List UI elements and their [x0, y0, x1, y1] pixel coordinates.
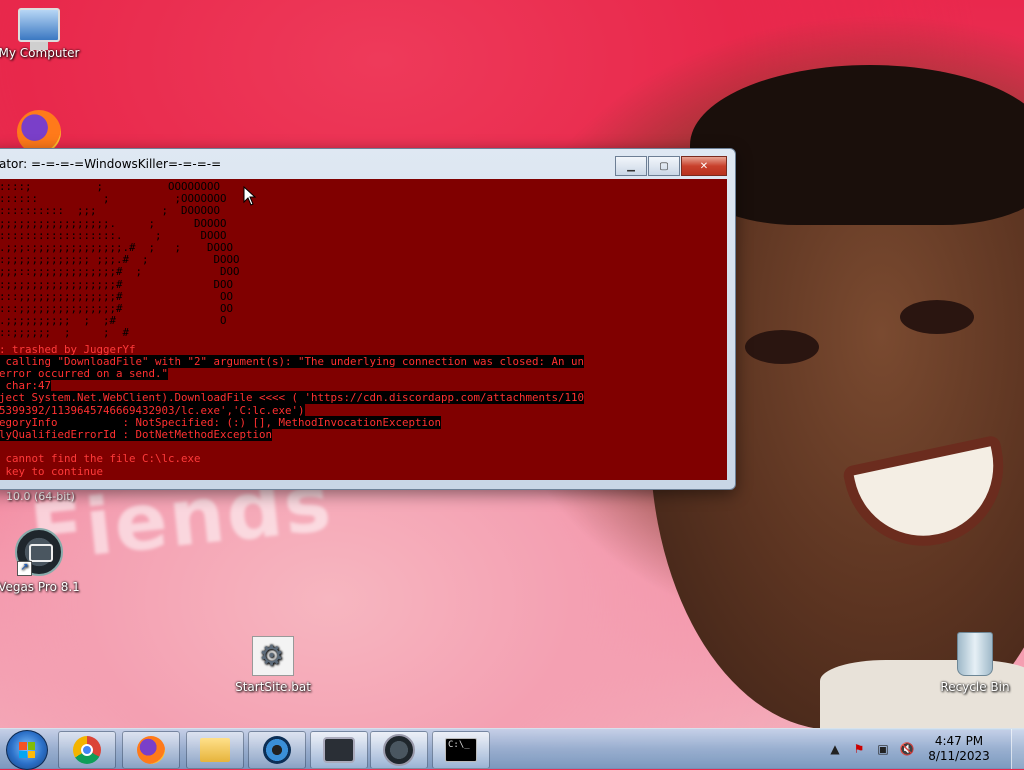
recycle-bin-icon [957, 632, 993, 676]
console-line: error occurred on a send." [0, 367, 169, 381]
ascii-art: ::::; ; OOOOOOOO :::::: ; ;OOOOOOO :::::… [0, 180, 240, 340]
show-hidden-icons-icon[interactable]: ▲ [827, 741, 843, 757]
volume-muted-icon[interactable]: 🔇 [899, 741, 915, 757]
console-line: lyQualifiedErrorId : DotNetMethodExcepti… [0, 428, 273, 442]
console-line: calling "DownloadFile" with "2" argument… [0, 354, 585, 368]
taskbar-explorer[interactable] [186, 731, 244, 769]
desktop-icon-startsite-bat[interactable]: StartSite.bat [228, 636, 318, 694]
console-line: : trashed by JuggerYf [0, 342, 136, 356]
window-controls: ▁ ▢ ✕ [615, 156, 727, 176]
firefox-icon [137, 736, 165, 764]
desktop-icon-label: Recycle Bin [940, 680, 1010, 694]
desktop-icon-my-computer[interactable]: My Computer [0, 8, 84, 60]
clock-time: 4:47 PM [934, 734, 984, 748]
console-line: key to continue [0, 464, 104, 478]
network-icon[interactable]: ▣ [875, 741, 891, 757]
batch-file-icon [252, 636, 294, 676]
desktop-icon-label: Vegas Pro 8.1 [0, 580, 80, 594]
action-center-icon[interactable]: ⚑ [851, 741, 867, 757]
shortcut-arrow-icon: ↗ [17, 561, 32, 576]
desktop-icon-recycle-bin[interactable]: Recycle Bin [930, 632, 1020, 694]
folder-icon [200, 738, 230, 762]
clock-date: 8/11/2023 [928, 749, 990, 763]
show-desktop-button[interactable] [1011, 729, 1024, 769]
taskbar-media[interactable] [248, 731, 306, 769]
console-line: char:47 [0, 379, 52, 393]
taskbar-chrome[interactable] [58, 731, 116, 769]
media-player-icon [263, 736, 291, 764]
vegas-icon [323, 737, 355, 763]
console-output[interactable]: ::::; ; OOOOOOOO :::::: ; ;OOOOOOO :::::… [0, 179, 727, 480]
console-line: 5399392/1139645746669432903/lc.exe','C:l… [0, 403, 305, 417]
taskbar: C:\_ ▲ ⚑ ▣ 🔇 4:47 PM 8/11/2023 [0, 728, 1024, 770]
vegas-icon: ↗ [15, 528, 63, 576]
close-icon: ✕ [699, 160, 709, 172]
wallpaper-hair [690, 65, 1024, 225]
chrome-icon [73, 736, 101, 764]
taskbar-firefox[interactable] [122, 731, 180, 769]
maximize-icon: ▢ [659, 160, 669, 172]
start-button[interactable] [6, 730, 48, 770]
clock[interactable]: 4:47 PM 8/11/2023 [919, 734, 999, 764]
desktop-icon-vegas-pro[interactable]: ↗ Vegas Pro 8.1 [0, 528, 84, 594]
windows-logo-icon [19, 742, 35, 758]
taskbar-vegas[interactable] [310, 731, 368, 769]
desktop-partial-label: 10.0 (64-bit) [6, 490, 75, 503]
taskbar-vegas-2[interactable] [370, 731, 428, 769]
console-line: egoryInfo : NotSpecified: (:) [], Method… [0, 415, 442, 429]
minimize-button[interactable]: ▁ [615, 156, 647, 176]
maximize-button[interactable]: ▢ [648, 156, 680, 176]
window-title: ator: =-=-=-=WindowsKiller=-=-=-= [0, 157, 222, 171]
console-line: ject System.Net.WebClient).DownloadFile … [0, 391, 585, 405]
minimize-icon: ▁ [627, 160, 635, 172]
computer-icon [18, 8, 60, 50]
wallpaper-eye-left [745, 330, 819, 364]
wallpaper-eye-right [900, 300, 974, 334]
desktop-icon-label: StartSite.bat [235, 680, 311, 694]
console-line: cannot find the file C:\lc.exe [0, 452, 201, 466]
system-tray: ▲ ⚑ ▣ 🔇 4:47 PM 8/11/2023 [823, 729, 1024, 769]
mouse-cursor-icon [243, 186, 257, 206]
vegas-icon [383, 734, 415, 766]
cmd-icon: C:\_ [445, 738, 477, 762]
close-button[interactable]: ✕ [681, 156, 727, 176]
taskbar-cmd[interactable]: C:\_ [432, 731, 490, 769]
console-window[interactable]: ator: =-=-=-=WindowsKiller=-=-=-= ▁ ▢ ✕ … [0, 148, 736, 490]
